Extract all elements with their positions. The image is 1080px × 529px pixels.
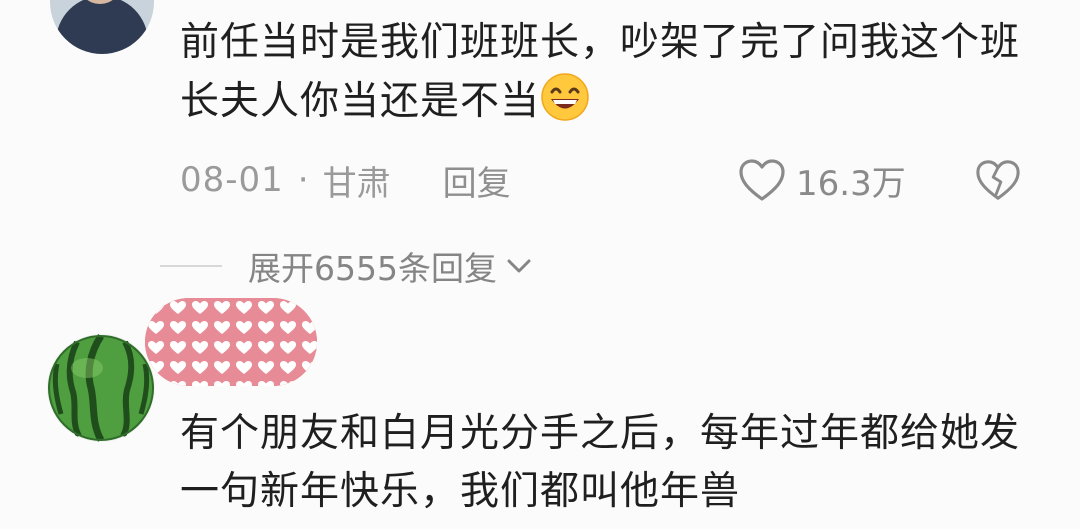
meta-separator: · (297, 160, 309, 200)
comment-text: 有个朋友和白月光分手之后，每年过年都给她发一句新年快乐，我们都叫他年兽 (180, 411, 1021, 514)
comment-body: 前任当时是我们班班长，吵架了完了问我这个班长夫人你当还是不当 (180, 20, 1021, 124)
comment-date: 08-01 (180, 160, 284, 200)
like-count: 16.3万 (796, 163, 906, 204)
avatar-shoulders (56, 0, 148, 54)
comment-meta: 08-01 · 甘肃 回复 16.3万 (180, 152, 1040, 208)
like-button[interactable]: 16.3万 (738, 152, 906, 208)
user-avatar[interactable] (50, 0, 154, 54)
chevron-down-icon (507, 259, 531, 273)
comment-location: 甘肃 (322, 163, 391, 204)
broken-heart-icon[interactable] (975, 157, 1021, 203)
expand-replies-button[interactable]: 展开6555条回复 (160, 240, 533, 292)
watermelon-avatar[interactable] (47, 334, 155, 442)
grinning-emoji-icon (541, 73, 589, 121)
username-censor-sticker (145, 298, 317, 386)
expand-replies-label: 展开6555条回复 (248, 249, 497, 288)
divider-line (160, 265, 222, 267)
heart-outline-icon (739, 159, 785, 201)
reply-button[interactable]: 回复 (443, 156, 511, 205)
comment-text: 前任当时是我们班班长，吵架了完了问我这个班长夫人你当还是不当 (180, 14, 1040, 131)
